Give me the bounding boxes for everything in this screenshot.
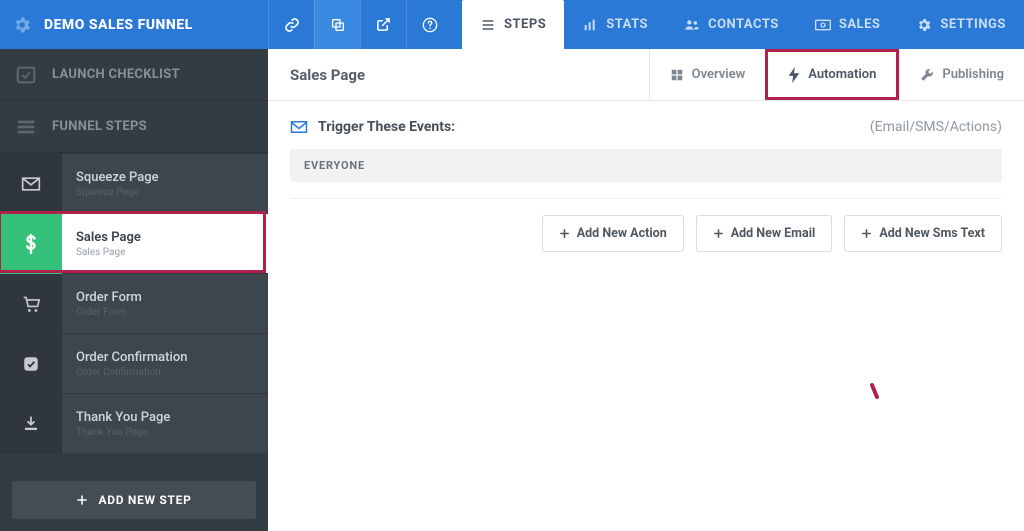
money-icon	[815, 17, 831, 33]
step-title: Thank You Page	[76, 410, 170, 425]
funnel-title: DEMO SALES FUNNEL	[44, 17, 193, 33]
step-title: Squeeze Page	[76, 170, 159, 185]
tab-stats[interactable]: STATS	[564, 0, 666, 49]
external-link-icon[interactable]	[360, 0, 406, 49]
dollar-icon	[0, 214, 62, 274]
step-list: Squeeze Page Squeeze Page Sales Page Sal…	[0, 153, 268, 469]
trigger-note: (Email/SMS/Actions)	[870, 119, 1002, 135]
menu-icon	[14, 116, 38, 138]
tab-sales[interactable]: SALES	[797, 0, 899, 49]
launch-checklist-label: LAUNCH CHECKLIST	[52, 67, 180, 82]
step-sales-page[interactable]: Sales Page Sales Page	[0, 213, 268, 273]
step-order-form[interactable]: Order Form Order Form	[0, 273, 268, 333]
tab-contacts-label: CONTACTS	[708, 17, 779, 32]
trigger-title: Trigger These Events:	[318, 119, 455, 135]
tab-settings[interactable]: SETTINGS	[898, 0, 1024, 49]
envelope-icon	[0, 154, 62, 214]
step-sub: Squeeze Page	[76, 187, 159, 198]
launch-checklist[interactable]: LAUNCH CHECKLIST	[0, 49, 268, 101]
add-new-sms-button[interactable]: Add New Sms Text	[844, 215, 1002, 252]
tab-steps[interactable]: STEPS	[462, 0, 564, 49]
checklist-icon	[14, 64, 38, 86]
tab-contacts[interactable]: CONTACTS	[666, 0, 797, 49]
list-icon	[480, 17, 496, 33]
subtab-publishing-label: Publishing	[942, 67, 1004, 82]
step-title: Order Form	[76, 290, 142, 305]
add-new-action-label: Add New Action	[577, 226, 667, 241]
tab-settings-label: SETTINGS	[940, 17, 1006, 32]
step-squeeze-page[interactable]: Squeeze Page Squeeze Page	[0, 153, 268, 213]
step-title: Order Confirmation	[76, 350, 187, 365]
link-icon[interactable]	[268, 0, 314, 49]
cart-icon	[0, 274, 62, 334]
page-title: Sales Page	[268, 49, 649, 100]
check-square-icon	[0, 334, 62, 394]
plus-icon	[713, 228, 724, 239]
wrench-icon	[920, 68, 934, 82]
tab-steps-label: STEPS	[504, 17, 546, 32]
quick-tools	[268, 0, 452, 49]
chart-icon	[582, 17, 598, 33]
funnel-steps[interactable]: FUNNEL STEPS	[0, 101, 268, 153]
funnel-steps-label: FUNNEL STEPS	[52, 119, 147, 134]
gear-icon[interactable]	[12, 15, 32, 35]
add-new-step-label: ADD NEW STEP	[98, 493, 191, 507]
plus-icon	[76, 494, 88, 506]
step-sub: Sales Page	[76, 247, 141, 258]
step-thank-you-page[interactable]: Thank You Page Thank You Page	[0, 393, 268, 453]
add-new-sms-label: Add New Sms Text	[879, 226, 985, 241]
step-sub: Order Form	[76, 307, 142, 318]
step-sub: Order Confirmation	[76, 367, 187, 378]
add-new-email-label: Add New Email	[731, 226, 816, 241]
plus-icon	[861, 228, 872, 239]
group-everyone[interactable]: EVERYONE	[290, 149, 1002, 182]
gear-icon	[916, 17, 932, 33]
tab-sales-label: SALES	[839, 17, 881, 32]
step-title: Sales Page	[76, 230, 141, 245]
divider	[290, 198, 1002, 199]
help-icon[interactable]	[406, 0, 452, 49]
step-order-confirmation[interactable]: Order Confirmation Order Confirmation	[0, 333, 268, 393]
bolt-icon	[788, 67, 800, 83]
add-new-step-button[interactable]: ADD NEW STEP	[12, 481, 256, 519]
subtab-automation-label: Automation	[808, 67, 876, 82]
contacts-icon	[684, 17, 700, 33]
download-icon	[0, 394, 62, 454]
subtab-overview-label: Overview	[692, 67, 746, 82]
subtab-publishing[interactable]: Publishing	[899, 49, 1024, 100]
envelope-icon	[290, 120, 308, 134]
step-sub: Thank You Page	[76, 427, 170, 438]
plus-icon	[559, 228, 570, 239]
group-label: EVERYONE	[304, 159, 365, 172]
grid-icon	[670, 68, 684, 82]
copy-icon[interactable]	[314, 0, 360, 49]
tab-stats-label: STATS	[606, 17, 648, 32]
add-new-email-button[interactable]: Add New Email	[696, 215, 833, 252]
subtab-automation[interactable]: Automation	[765, 49, 899, 100]
subtab-overview[interactable]: Overview	[649, 49, 766, 100]
add-new-action-button[interactable]: Add New Action	[542, 215, 684, 252]
